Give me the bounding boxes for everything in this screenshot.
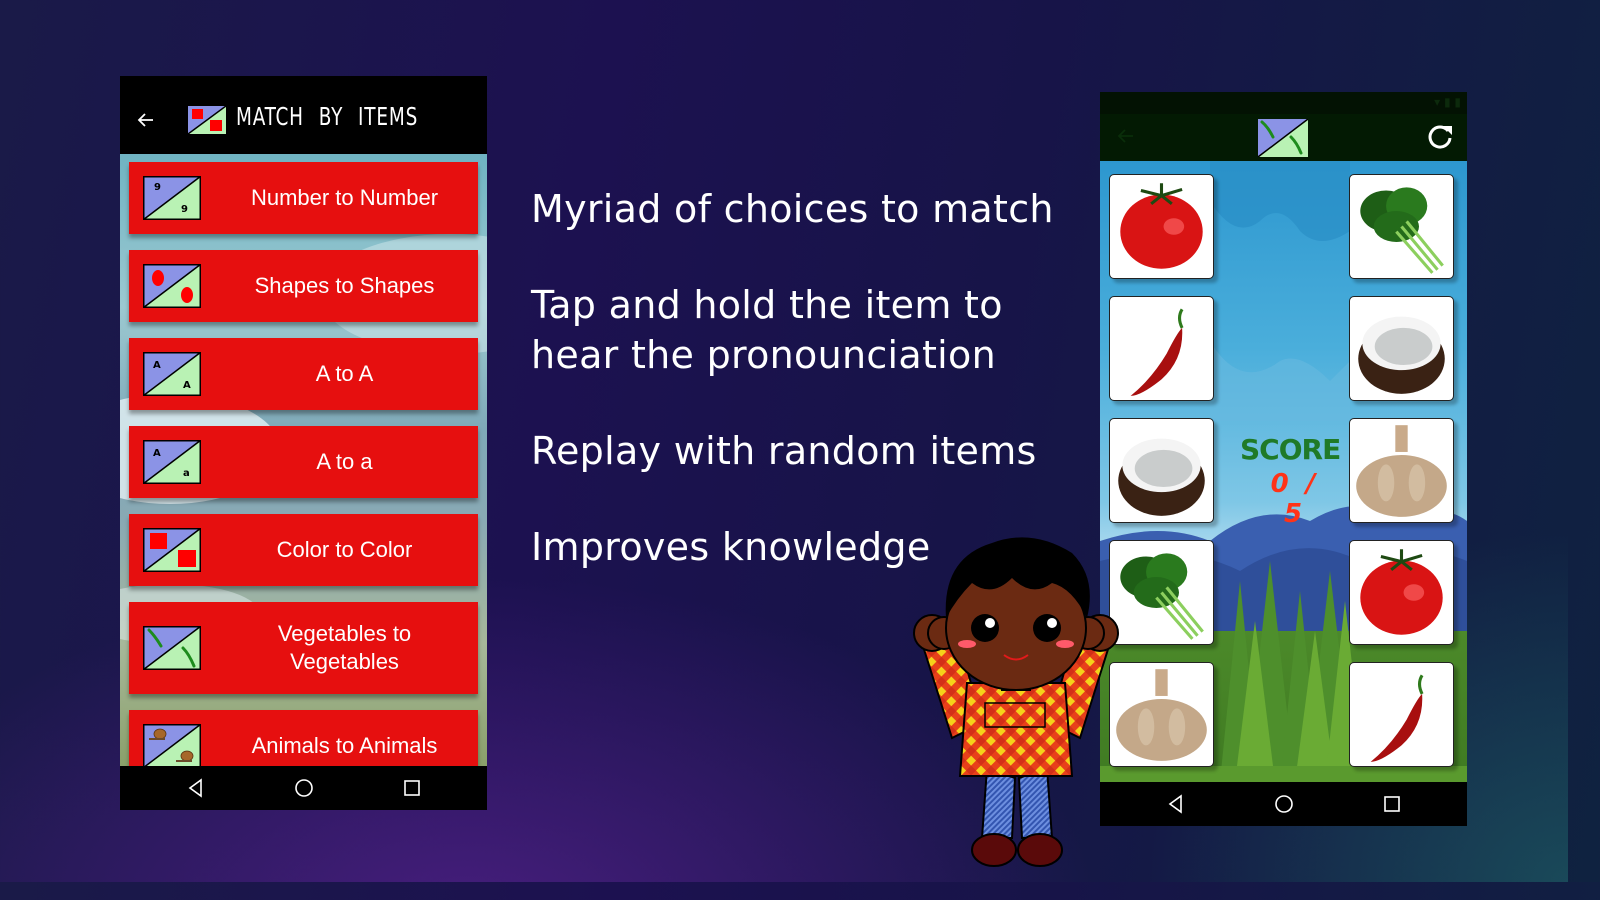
app-bar — [1100, 114, 1467, 161]
cartoon-boy-mascot — [913, 537, 1119, 867]
feature-text: Replay with random items — [531, 429, 1037, 473]
card-garlic[interactable] — [1349, 418, 1454, 523]
left-phone-screen: MATCH BY ITEMS 9 9 Number to Number Shap… — [120, 76, 487, 810]
android-nav-bar — [120, 766, 487, 810]
svg-text:a: a — [183, 468, 190, 479]
feature-text: Improves knowledge — [531, 525, 931, 569]
menu-item-a-to-a[interactable]: A A A to A — [129, 338, 478, 410]
card-chili-pepper[interactable] — [1109, 296, 1214, 401]
menu-item-label: A to A — [315, 361, 374, 386]
shapes-match-icon — [143, 264, 201, 308]
svg-text:A: A — [153, 360, 161, 371]
card-tomato[interactable] — [1349, 540, 1454, 645]
back-triangle-icon[interactable] — [186, 778, 206, 798]
card-coconut[interactable] — [1349, 296, 1454, 401]
letter-match-icon: A A — [143, 352, 201, 396]
menu-item-number-to-number[interactable]: 9 9 Number to Number — [129, 162, 478, 234]
menu-item-animals-to-animals[interactable]: Animals to Animals — [129, 710, 478, 766]
animals-match-icon — [143, 724, 201, 766]
menu-item-label: A to a — [316, 449, 373, 474]
back-triangle-icon[interactable] — [1166, 794, 1186, 814]
vegetables-match-icon — [1258, 119, 1308, 157]
menu-item-label: Number to Number — [250, 185, 439, 210]
right-phone-screen: ▾ ▮ ▮ SCORE 0 / 5 — [1100, 92, 1467, 826]
menu-item-label: Color to Color — [276, 537, 413, 562]
case-match-icon: A a — [143, 440, 201, 484]
color-match-icon — [143, 528, 201, 572]
arrow-left-icon[interactable] — [136, 110, 156, 130]
refresh-icon[interactable] — [1425, 122, 1455, 152]
recents-square-icon[interactable] — [1382, 794, 1402, 814]
svg-text:A: A — [153, 448, 161, 459]
card-chili-pepper[interactable] — [1349, 662, 1454, 767]
menu-item-color-to-color[interactable]: Color to Color — [129, 514, 478, 586]
menu-item-label: Vegetables to Vegetables — [277, 621, 412, 674]
card-tomato[interactable] — [1109, 174, 1214, 279]
feature-text: Myriad of choices to match — [531, 187, 1054, 231]
home-circle-icon[interactable] — [294, 778, 314, 798]
status-icons: ▾ ▮ ▮ — [1434, 95, 1461, 109]
svg-text:A: A — [183, 380, 191, 391]
app-title: MATCH BY ITEMS — [236, 102, 419, 131]
vegetables-match-icon — [143, 626, 201, 670]
score-label: SCORE — [1240, 433, 1341, 466]
status-bar: ▾ ▮ ▮ — [1100, 92, 1467, 114]
recents-square-icon[interactable] — [402, 778, 422, 798]
menu-item-label: Animals to Animals — [251, 733, 438, 758]
feature-text: Tap and hold the item to hear the pronou… — [531, 283, 1003, 377]
card-coconut[interactable] — [1109, 418, 1214, 523]
app-bar: MATCH BY ITEMS — [120, 76, 487, 154]
menu-item-label: Shapes to Shapes — [254, 273, 435, 298]
number-match-icon: 9 9 — [143, 176, 201, 220]
game-board: SCORE 0 / 5 — [1100, 161, 1467, 782]
android-nav-bar — [1100, 782, 1467, 826]
arrow-left-icon[interactable] — [1116, 126, 1136, 151]
score-value: 0 / 5 — [1270, 469, 1320, 529]
svg-text:9: 9 — [181, 204, 188, 215]
menu-list[interactable]: 9 9 Number to Number Shapes to Shapes A — [120, 154, 487, 766]
svg-text:9: 9 — [154, 182, 161, 193]
menu-item-shapes-to-shapes[interactable]: Shapes to Shapes — [129, 250, 478, 322]
home-circle-icon[interactable] — [1274, 794, 1294, 814]
menu-item-vegetables-to-vegetables[interactable]: Vegetables to Vegetables — [129, 602, 478, 694]
match-logo-icon — [188, 106, 226, 134]
menu-item-a-to-lowercase-a[interactable]: A a A to a — [129, 426, 478, 498]
card-spinach[interactable] — [1349, 174, 1454, 279]
